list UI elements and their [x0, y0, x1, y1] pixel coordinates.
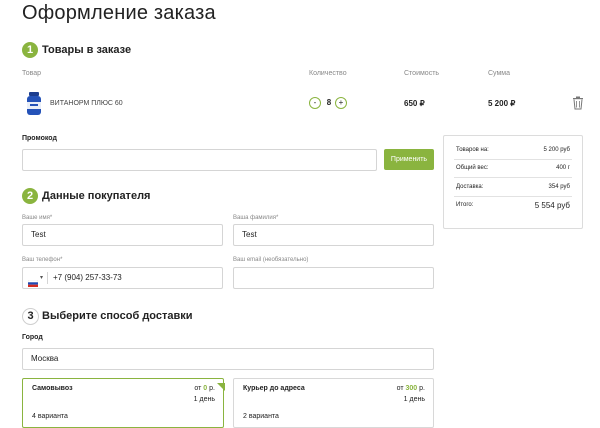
summary-key: Общий вес: [456, 165, 489, 171]
delivery-option-days: 1 день [193, 396, 215, 403]
delivery-option-name: Курьер до адреса [243, 385, 305, 392]
city-label: Город [22, 334, 43, 341]
delivery-option-name: Самовывоз [32, 385, 73, 392]
email-label: Ваш email (необязательно) [233, 257, 309, 263]
summary-key: Доставка: [456, 184, 484, 190]
summary-total-value: 5 554 руб [534, 201, 570, 210]
col-header-quantity: Количество [309, 70, 347, 77]
trash-icon[interactable] [572, 96, 584, 110]
divider [454, 159, 572, 160]
phone-input[interactable]: +7 (904) 257-33-73 [53, 268, 122, 288]
summary-value: 354 руб [548, 184, 570, 190]
last-name-input[interactable]: Test [233, 224, 434, 246]
summary-value: 400 г [556, 165, 570, 171]
first-name-label: Ваше имя* [22, 215, 53, 221]
apply-promo-button[interactable]: Применить [384, 149, 434, 170]
country-dropdown-icon[interactable]: ▾ [40, 268, 43, 288]
product-thumbnail[interactable] [24, 91, 44, 117]
russia-flag-icon[interactable] [27, 275, 39, 287]
products-section-title: Товары в заказе [42, 44, 132, 56]
qty-increase-button[interactable]: + [335, 97, 347, 109]
promo-label: Промокод [22, 135, 57, 142]
summary-key: Товаров на: [456, 147, 489, 153]
delivery-option-courier[interactable]: Курьер до адреса от 300 р. 1 день 2 вари… [233, 378, 434, 428]
email-input[interactable] [233, 267, 434, 289]
order-summary: Товаров на: 5 200 руб Общий вес: 400 г Д… [443, 135, 583, 229]
product-sum: 5 200 ₽ [488, 99, 516, 108]
selected-corner-mark [217, 378, 225, 391]
divider [454, 196, 572, 197]
city-input[interactable]: Москва [22, 348, 434, 370]
page-title: Оформление заказа [22, 2, 216, 24]
delivery-section-title: Выберите способ доставки [42, 310, 193, 322]
col-header-price: Стоимость [404, 70, 440, 77]
buyer-section-title: Данные покупателя [42, 190, 151, 202]
delivery-option-variants: 2 варианта [243, 413, 279, 420]
summary-value: 5 200 руб [543, 147, 570, 153]
delivery-option-pickup[interactable]: Самовывоз от 0 р. 1 день 4 варианта [22, 378, 224, 428]
delivery-option-price: от 300 р. [396, 385, 425, 392]
col-header-product: Товар [22, 70, 42, 77]
phone-label: Ваш телефон* [22, 257, 63, 263]
product-price: 650 ₽ [404, 99, 425, 108]
delivery-option-variants: 4 варианта [32, 413, 68, 420]
col-header-sum: Сумма [488, 70, 510, 77]
promo-input[interactable] [22, 149, 377, 171]
summary-total-key: Итого: [456, 202, 474, 208]
qty-value[interactable]: 8 [324, 98, 334, 107]
delivery-option-days: 1 день [403, 396, 425, 403]
last-name-label: Ваша фамилия* [233, 215, 279, 221]
qty-decrease-button[interactable]: - [309, 97, 321, 109]
delivery-option-price: от 0 р. [194, 385, 215, 392]
step-1-badge: 1 [22, 42, 38, 58]
divider [47, 272, 48, 284]
product-name[interactable]: ВИТАНОРМ ПЛЮС 60 [50, 100, 123, 107]
phone-field: ▾ +7 (904) 257-33-73 [22, 267, 223, 289]
divider [454, 177, 572, 178]
step-2-badge: 2 [22, 188, 38, 204]
first-name-input[interactable]: Test [22, 224, 223, 246]
step-3-badge: 3 [22, 308, 39, 325]
